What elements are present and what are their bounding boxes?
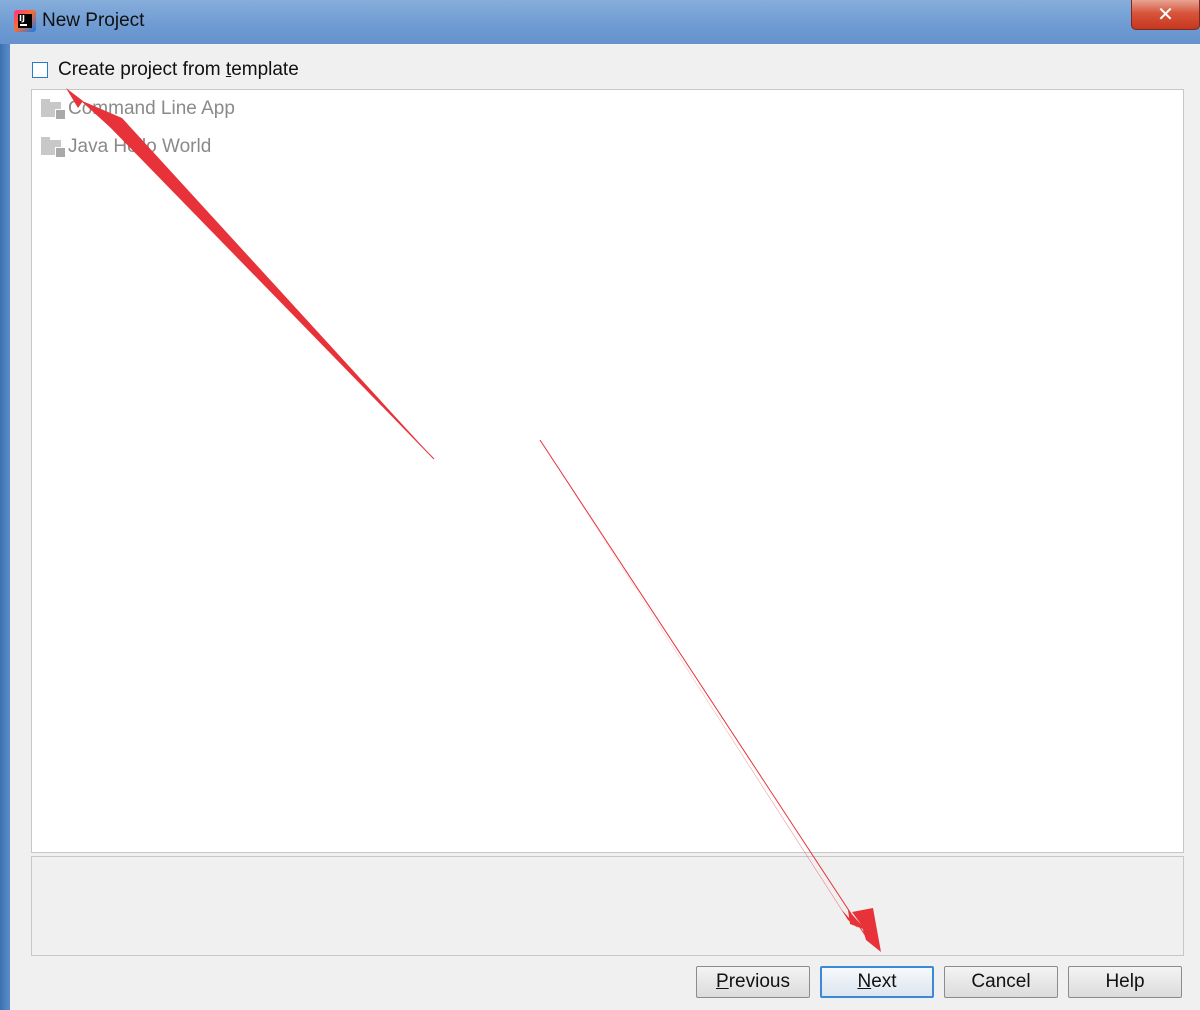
template-item-label: Command Line App [68, 98, 235, 119]
template-description-panel [31, 856, 1184, 956]
create-from-template-label[interactable]: Create project from template [58, 59, 299, 81]
close-button[interactable]: ✕ [1131, 0, 1200, 30]
window-frame-edge [0, 44, 10, 1010]
create-from-template-checkbox[interactable] [32, 62, 48, 78]
template-list[interactable]: Command Line App Java Hello World [31, 89, 1184, 853]
dialog-content: Create project from template Command Lin… [10, 44, 1200, 1010]
folder-icon [41, 99, 66, 120]
folder-icon [41, 137, 66, 158]
window-title: New Project [42, 10, 145, 31]
new-project-window: IJ New Project ✕ Create project from tem… [0, 0, 1200, 1010]
previous-button[interactable]: Previous [696, 966, 810, 998]
help-button[interactable]: Help [1068, 966, 1182, 998]
template-item-label: Java Hello World [68, 136, 212, 157]
cancel-button[interactable]: Cancel [944, 966, 1058, 998]
template-item-command-line-app[interactable]: Command Line App [41, 97, 235, 121]
next-button[interactable]: Next [820, 966, 934, 998]
template-item-java-hello-world[interactable]: Java Hello World [41, 135, 211, 159]
create-from-template-row[interactable]: Create project from template [32, 59, 299, 81]
title-bar[interactable]: IJ New Project ✕ [0, 0, 1200, 44]
intellij-app-icon: IJ [14, 10, 36, 32]
